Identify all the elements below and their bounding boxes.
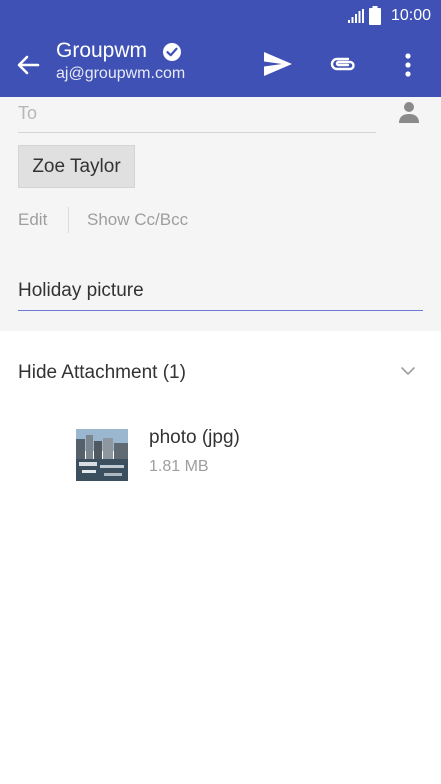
verified-check-icon xyxy=(163,43,181,61)
signal-icon xyxy=(348,9,364,23)
back-arrow-icon[interactable] xyxy=(14,51,42,79)
edit-button[interactable]: Edit xyxy=(18,210,47,230)
account-name[interactable]: Groupwm xyxy=(56,39,147,63)
more-vert-icon[interactable] xyxy=(398,51,418,79)
hide-attachment-toggle[interactable]: Hide Attachment (1) xyxy=(18,362,186,384)
show-cc-bcc-button[interactable]: Show Cc/Bcc xyxy=(87,210,188,230)
compose-header: To Zoe Taylor Edit Show Cc/Bcc Holiday p… xyxy=(0,97,441,331)
to-field[interactable]: To xyxy=(18,103,37,124)
paperclip-icon[interactable] xyxy=(328,51,358,77)
attachment-size: 1.81 MB xyxy=(149,458,209,475)
chevron-down-icon[interactable] xyxy=(399,364,417,378)
subject-underline xyxy=(18,310,423,311)
to-field-underline xyxy=(18,132,376,133)
battery-icon xyxy=(369,6,381,25)
attachment-thumbnail[interactable] xyxy=(76,429,128,481)
attachment-name[interactable]: photo (jpg) xyxy=(149,427,240,449)
send-icon[interactable] xyxy=(262,49,294,79)
photo-thumbnail-image xyxy=(76,429,128,481)
status-time: 10:00 xyxy=(390,7,431,24)
account-email: aj@groupwm.com xyxy=(56,65,186,82)
subject-input[interactable]: Holiday picture xyxy=(18,280,144,302)
divider xyxy=(68,207,69,233)
app-bar: Groupwm aj@groupwm.com xyxy=(0,33,441,97)
recipient-chip[interactable]: Zoe Taylor xyxy=(18,145,135,188)
status-bar: 10:00 xyxy=(0,0,441,33)
contact-person-icon[interactable] xyxy=(396,99,422,125)
